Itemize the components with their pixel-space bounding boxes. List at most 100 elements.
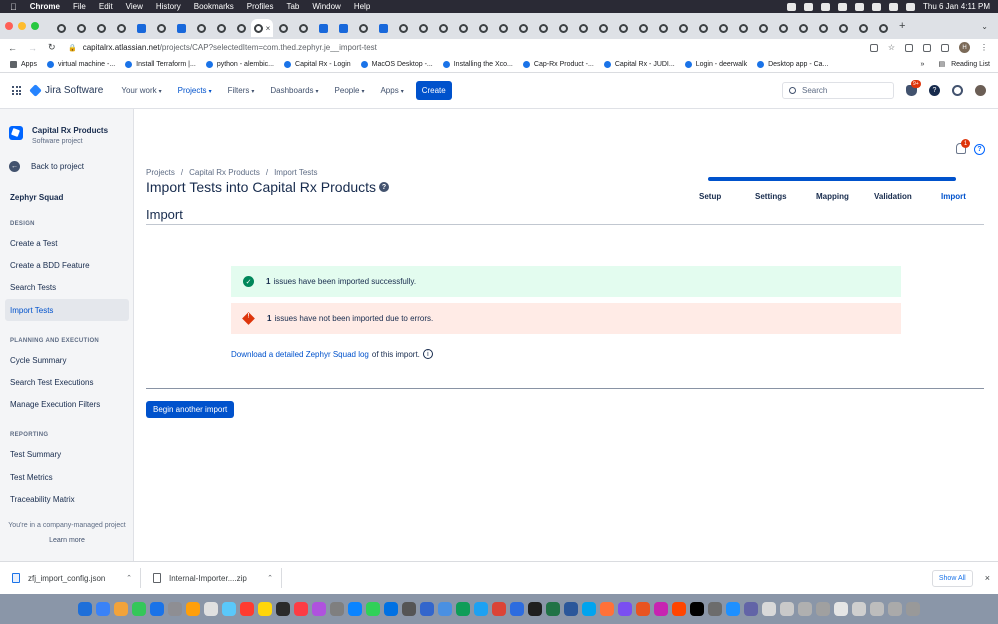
dock-app-icon[interactable] (330, 602, 344, 616)
help-icon[interactable]: ? (929, 85, 940, 96)
lock-icon[interactable]: 🔒 (68, 44, 77, 52)
menu-history[interactable]: History (156, 2, 181, 11)
nav-projects[interactable]: Projects ▾ (178, 86, 212, 95)
browser-tab[interactable] (873, 19, 893, 37)
dock-app-icon[interactable] (798, 602, 812, 616)
dock-app-icon[interactable] (96, 602, 110, 616)
more-bookmarks-icon[interactable]: » (921, 61, 925, 68)
browser-tab[interactable] (673, 19, 693, 37)
menubar-app-name[interactable]: Chrome (30, 2, 60, 11)
project-header[interactable]: Capital Rx Products Software project (9, 126, 108, 145)
dock-app-icon[interactable] (276, 602, 290, 616)
browser-tab[interactable] (573, 19, 593, 37)
browser-tab[interactable] (51, 19, 71, 37)
bookmark-item[interactable]: Install Terraform |... (125, 60, 196, 68)
browser-tab[interactable] (433, 19, 453, 37)
menu-edit[interactable]: Edit (99, 2, 113, 11)
browser-tab[interactable] (633, 19, 653, 37)
browser-tab[interactable] (513, 19, 533, 37)
download-item[interactable]: zfj_import_config.json ⌃ (12, 573, 132, 583)
menubar-datetime[interactable]: Thu 6 Jan 4:11 PM (923, 2, 990, 11)
chevron-up-icon[interactable]: ⌃ (267, 574, 273, 582)
close-tab-icon[interactable]: × (266, 24, 271, 33)
dock-app-icon[interactable] (852, 602, 866, 616)
dock-app-icon[interactable] (150, 602, 164, 616)
dock-app-icon[interactable] (762, 602, 776, 616)
show-all-button[interactable]: Show All (931, 569, 973, 587)
browser-tab[interactable] (313, 19, 333, 37)
app-switcher-icon[interactable] (12, 86, 21, 95)
bookmark-item[interactable]: Login - deerwalk (684, 60, 747, 68)
browser-tab[interactable] (653, 19, 673, 37)
reading-list-button[interactable]: Reading List (951, 61, 990, 68)
dock-app-icon[interactable] (132, 602, 146, 616)
jira-logo[interactable]: Jira Software (29, 84, 103, 97)
status-icon[interactable] (804, 2, 813, 11)
bookmark-item[interactable]: Apps (10, 60, 37, 68)
status-icon[interactable] (787, 2, 796, 11)
browser-tab[interactable] (131, 19, 151, 37)
browser-tab[interactable] (773, 19, 793, 37)
dock-app-icon[interactable] (474, 602, 488, 616)
browser-tab[interactable] (533, 19, 553, 37)
breadcrumb-import-tests[interactable]: Import Tests (274, 168, 317, 177)
browser-tab[interactable] (613, 19, 633, 37)
browser-tab[interactable] (733, 19, 753, 37)
breadcrumb-project[interactable]: Capital Rx Products (189, 168, 260, 177)
dock-app-icon[interactable] (186, 602, 200, 616)
dock-app-icon[interactable] (366, 602, 380, 616)
dock-app-icon[interactable] (168, 602, 182, 616)
dock-app-icon[interactable] (780, 602, 794, 616)
status-icon[interactable] (821, 2, 830, 11)
bookmark-item[interactable]: MacOS Desktop -... (360, 60, 433, 68)
search-icon[interactable] (889, 2, 898, 11)
close-window-icon[interactable] (5, 22, 13, 30)
puzzle-icon[interactable] (923, 43, 931, 52)
browser-tab[interactable] (71, 19, 91, 37)
menu-tab[interactable]: Tab (286, 2, 299, 11)
more-vert-icon[interactable]: ⋮ (980, 43, 988, 52)
browser-tab[interactable] (493, 19, 513, 37)
browser-tab-active[interactable]: × (251, 19, 273, 37)
star-icon[interactable]: ☆ (888, 43, 895, 52)
dock-app-icon[interactable] (672, 602, 686, 616)
dock-app-icon[interactable] (240, 602, 254, 616)
notifications-icon[interactable]: 9+ (906, 80, 921, 96)
nav-dashboards[interactable]: Dashboards ▾ (270, 86, 318, 95)
dock-app-icon[interactable] (402, 602, 416, 616)
browser-tab[interactable] (833, 19, 853, 37)
browser-tab[interactable] (793, 19, 813, 37)
dock-app-icon[interactable] (834, 602, 848, 616)
dock-app-icon[interactable] (114, 602, 128, 616)
nav-people[interactable]: People ▾ (335, 86, 365, 95)
back-arrow-icon[interactable]: ← (8, 43, 20, 53)
dock-app-icon[interactable] (708, 602, 722, 616)
dock-app-icon[interactable] (690, 602, 704, 616)
dock-app-icon[interactable] (744, 602, 758, 616)
address-bar[interactable]: capitalrx.atlassian.net/projects/CAP?sel… (83, 43, 377, 52)
reading-list-icon[interactable]: ▤ (938, 60, 945, 68)
begin-another-import-button[interactable]: Begin another import (146, 401, 235, 418)
zoom-window-icon[interactable] (31, 22, 39, 30)
dock-app-icon[interactable] (600, 602, 614, 616)
dock-app-icon[interactable] (564, 602, 578, 616)
bookmark-item[interactable]: Installing the Xco... (442, 60, 513, 68)
browser-tab[interactable] (693, 19, 713, 37)
dock-app-icon[interactable] (78, 602, 92, 616)
browser-tab[interactable] (111, 19, 131, 37)
status-icon[interactable] (855, 2, 864, 11)
browser-tab[interactable] (813, 19, 833, 37)
browser-tab[interactable] (853, 19, 873, 37)
menu-window[interactable]: Window (312, 2, 340, 11)
tab-search-icon[interactable]: ⌄ (981, 22, 988, 31)
dock-app-icon[interactable] (258, 602, 272, 616)
minimize-window-icon[interactable] (18, 22, 26, 30)
dock-app-icon[interactable] (654, 602, 668, 616)
learn-more-link[interactable]: Learn more (0, 537, 134, 544)
media-icon[interactable] (941, 43, 949, 52)
browser-tab[interactable] (273, 19, 293, 37)
browser-tab[interactable] (231, 19, 251, 37)
info-icon[interactable]: i (422, 349, 433, 359)
sidebar-item-import-tests[interactable]: Import Tests (5, 299, 129, 321)
browser-tab[interactable] (713, 19, 733, 37)
